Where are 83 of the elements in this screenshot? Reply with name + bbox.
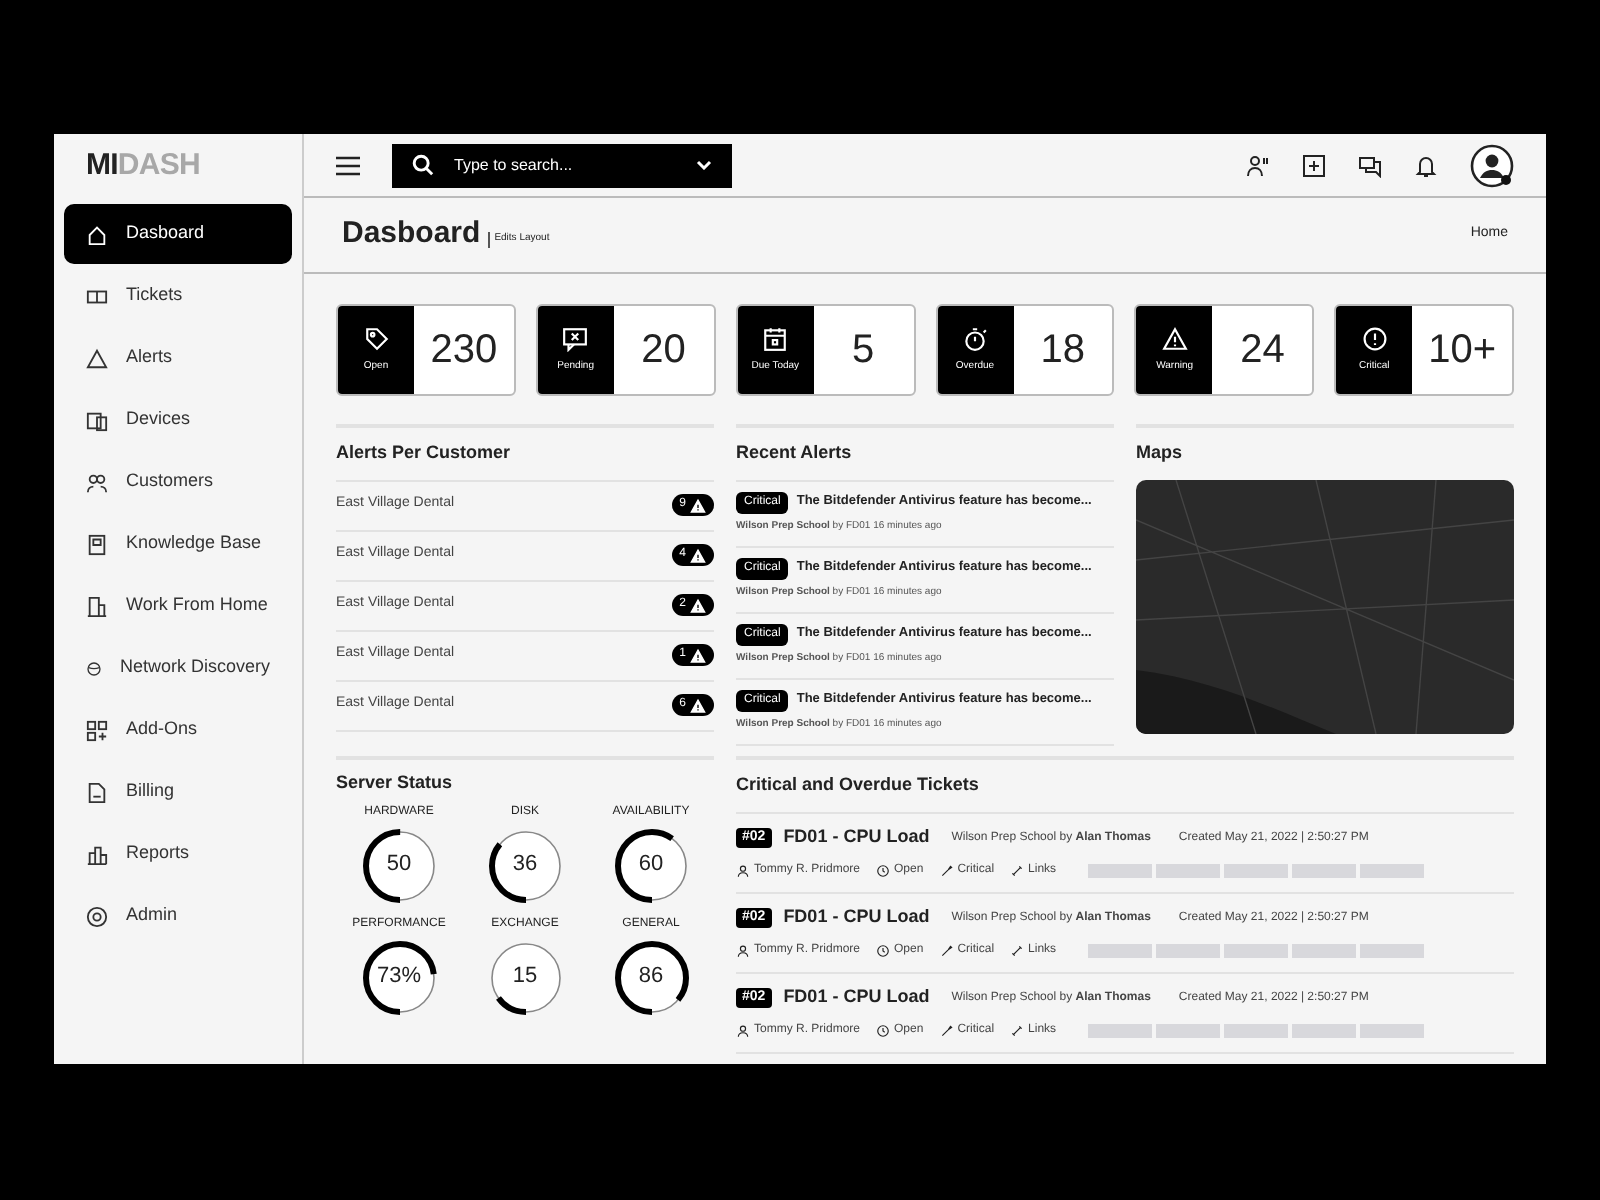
section-title: Server Status	[336, 770, 455, 796]
sidebar-item[interactable]: Work From Home	[64, 576, 292, 636]
avatar-icon[interactable]	[1470, 143, 1514, 187]
placeholder-bar	[1360, 943, 1425, 958]
placeholder-bar	[1156, 863, 1221, 878]
placeholder-bar	[1224, 1023, 1289, 1038]
gauge-value: 73%	[374, 962, 424, 993]
bar-chart-icon	[86, 843, 108, 865]
sidebar-item[interactable]: Devices	[64, 390, 292, 450]
building-icon	[86, 595, 108, 617]
bell-icon[interactable]	[1414, 153, 1438, 177]
placeholder-bar	[1224, 863, 1289, 878]
grid-icon	[86, 719, 108, 741]
sidebar-item[interactable]: Admin	[64, 886, 292, 946]
tag-icon	[363, 325, 389, 352]
sidebar-item[interactable]: Add-Ons	[64, 700, 292, 760]
globe-icon	[86, 657, 102, 679]
stat-value: 10+	[1428, 326, 1497, 376]
ticket-title[interactable]: FD01 - CPU Load	[783, 984, 930, 1012]
add-icon[interactable]	[1302, 153, 1326, 177]
user-icon	[736, 1023, 750, 1038]
search-field[interactable]: Type to search...	[392, 143, 732, 187]
logo: MIDASH	[86, 145, 200, 186]
stat-value: 24	[1240, 326, 1285, 376]
section-title: Critical and Overdue Tickets	[736, 760, 1514, 813]
warning-icon	[1161, 325, 1188, 352]
ticket-icon	[86, 285, 108, 307]
placeholder-bar	[1360, 863, 1425, 878]
section-title: Maps	[1136, 440, 1185, 466]
sidebar-item[interactable]: Reports	[64, 824, 292, 884]
page-title: Dasboard	[342, 214, 481, 255]
search-input[interactable]: Type to search...	[454, 153, 676, 177]
menu-icon[interactable]	[336, 155, 360, 175]
clock-icon	[876, 863, 891, 878]
document-icon	[86, 781, 108, 803]
caret-icon	[696, 160, 712, 170]
user-icon	[736, 863, 750, 878]
alert-circle-icon	[1361, 325, 1388, 352]
placeholder-bar	[1292, 863, 1357, 878]
user-circle-icon	[86, 905, 108, 927]
placeholder-bar	[1156, 943, 1221, 958]
section-title: Recent Alerts	[736, 428, 1114, 481]
devices-icon	[86, 409, 108, 431]
placeholder-bar	[1360, 1023, 1425, 1038]
users-icon[interactable]	[1246, 153, 1270, 177]
section-title: Alerts Per Customer	[336, 428, 714, 481]
placeholder-bar	[1088, 1023, 1153, 1038]
sidebar-item[interactable]: Dasboard	[64, 204, 292, 264]
user-icon	[736, 943, 750, 958]
search-icon	[412, 154, 434, 176]
stat-value: 5	[852, 326, 875, 376]
stat-value: 18	[1040, 326, 1086, 376]
chat-icon[interactable]	[1358, 153, 1382, 177]
book-icon	[86, 533, 108, 555]
sidebar-item[interactable]: Knowledge Base	[64, 514, 292, 574]
sidebar-item[interactable]: Alerts	[64, 328, 292, 388]
gauge-value: 36	[510, 850, 540, 881]
placeholder-bar	[1292, 1023, 1357, 1038]
home-icon	[86, 223, 108, 245]
warning-icon	[86, 347, 108, 369]
sidebar-item[interactable]: Tickets	[64, 266, 292, 326]
ticket-title[interactable]: FD01 - CPU Load	[783, 904, 930, 932]
placeholder-bar	[1088, 943, 1153, 958]
gauge-value: 15	[510, 962, 540, 993]
calendar-icon	[762, 325, 789, 352]
placeholder-bar	[1292, 943, 1357, 958]
placeholder-bar	[1156, 1023, 1221, 1038]
sidebar-item[interactable]: Network Discovery	[64, 638, 292, 698]
stopwatch-icon	[962, 325, 988, 352]
sidebar-item[interactable]: Customers	[64, 452, 292, 512]
placeholder-bar	[1224, 943, 1289, 958]
sidebar-item[interactable]: Billing	[64, 762, 292, 822]
clock-icon	[876, 1023, 891, 1038]
message-x-icon	[562, 325, 589, 352]
ticket-title[interactable]: FD01 - CPU Load	[783, 824, 930, 852]
gauge-value: 60	[636, 850, 666, 881]
stat-value: 230	[430, 326, 498, 376]
clock-icon	[876, 943, 891, 958]
people-icon	[86, 471, 108, 493]
stat-value: 20	[641, 326, 686, 376]
gauge-value: 86	[636, 962, 666, 993]
gauge-value: 50	[384, 850, 414, 881]
placeholder-bar	[1088, 863, 1153, 878]
